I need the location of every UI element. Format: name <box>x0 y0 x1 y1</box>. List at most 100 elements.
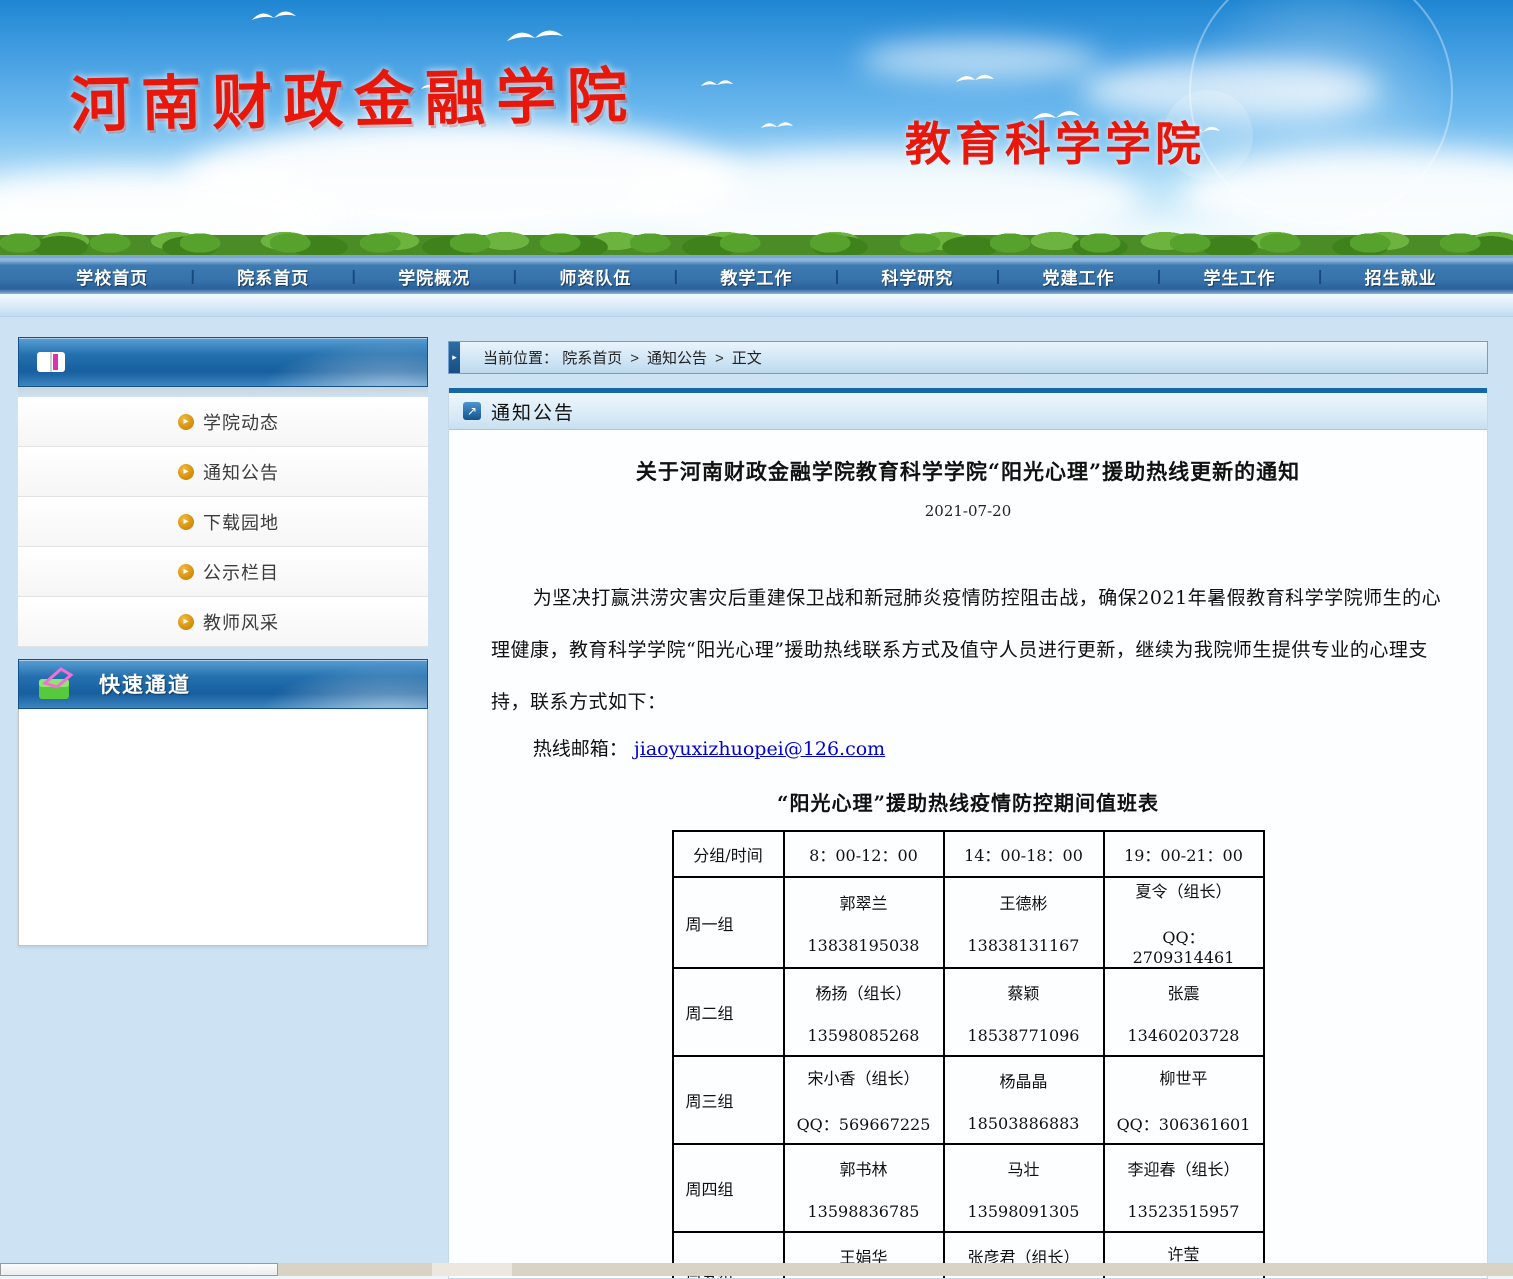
nav-item-6[interactable]: 科学研究 <box>881 264 953 289</box>
duty-person-name: 郭翠兰 <box>793 890 935 914</box>
section-arrow-icon <box>463 402 481 420</box>
dove-icon <box>700 76 734 91</box>
duty-person-name: 柳世平 <box>1113 1065 1255 1089</box>
duty-table-head: 分组/时间8：00-12：0014：00-18：0019：00-21：00 <box>673 831 1264 877</box>
breadcrumb-link-2[interactable]: 通知公告 <box>647 350 707 367</box>
duty-table: 分组/时间8：00-12：0014：00-18：0019：00-21：00 周一… <box>672 830 1265 1279</box>
duty-person-name: 许莹 <box>1113 1241 1255 1265</box>
duty-shift-cell: 杨扬（组长） 13598085268 <box>784 968 944 1056</box>
scrollbar-track-patch <box>432 1263 512 1276</box>
nav-separator: | <box>835 268 839 285</box>
breadcrumb-link-1[interactable]: 院系首页 <box>562 350 622 367</box>
nav-separator: | <box>674 268 678 285</box>
duty-shift-cell: 夏令（组长）QQ：2709314461 <box>1104 877 1264 968</box>
nav-item-3[interactable]: 学院概况 <box>398 264 470 289</box>
main-content: ▸ 当前位置： 院系首页>通知公告>正文 通知公告 关于河南财政金融学院教育科学… <box>448 341 1488 1279</box>
breadcrumb-tab-icon: ▸ <box>449 342 460 373</box>
arrow-circle-icon <box>178 414 194 430</box>
duty-contact: 13523515957 <box>1113 1202 1255 1221</box>
duty-contact: 13598091305 <box>953 1202 1095 1221</box>
duty-person-name: 张震 <box>1113 980 1255 1004</box>
duty-group-cell: 周三组 <box>673 1056 784 1144</box>
envelope-icon <box>35 667 75 701</box>
duty-table-title: “阳光心理”援助热线疫情防控期间值班表 <box>491 787 1445 816</box>
duty-person-name: 杨扬（组长） <box>793 980 935 1004</box>
sidebar-item-label: 教师风采 <box>203 609 279 635</box>
duty-shift-cell: 郭书林 13598836785 <box>784 1144 944 1232</box>
duty-person-name: 夏令（组长） <box>1113 878 1255 902</box>
breadcrumb: ▸ 当前位置： 院系首页>通知公告>正文 <box>448 341 1488 374</box>
trees-decoration <box>0 221 1513 255</box>
sidebar-item-2[interactable]: 通知公告 <box>18 447 428 497</box>
duty-shift-cell: 郭翠兰 13838195038 <box>784 877 944 968</box>
duty-group-cell: 周一组 <box>673 877 784 968</box>
breadcrumb-separator: > <box>715 350 724 367</box>
sidebar-item-1[interactable]: 学院动态 <box>18 397 428 447</box>
nav-separator: | <box>1157 268 1161 285</box>
duty-contact: 13598085268 <box>793 1026 935 1045</box>
breadcrumb-text: 当前位置： 院系首页>通知公告>正文 <box>483 347 762 368</box>
sidebar-item-label: 学院动态 <box>203 409 279 435</box>
table-row: 周四组郭书林 13598836785 马壮13598091305 李迎春（组长） 135… <box>673 1144 1264 1232</box>
nav-item-4[interactable]: 师资队伍 <box>559 264 631 289</box>
duty-contact: QQ：569667225 <box>793 1111 935 1135</box>
book-icon <box>35 349 67 375</box>
hotline-email-link[interactable]: jiaoyuxizhuopei@126.com <box>634 738 885 760</box>
article-paragraph: 为坚决打赢洪涝灾害灾后重建保卫战和新冠肺炎疫情防控阻击战，确保2021年暑假教育… <box>491 572 1445 728</box>
breadcrumb-items: 院系首页>通知公告>正文 <box>562 350 762 367</box>
banner: 河南财政金融学院 教育科学学院 <box>0 0 1513 258</box>
breadcrumb-link-3[interactable]: 正文 <box>732 350 762 367</box>
table-row: 周三组宋小香（组长）QQ：569667225杨晶晶18503886883柳世平Q… <box>673 1056 1264 1144</box>
duty-table-header-cell: 14：00-18：00 <box>944 831 1104 877</box>
nav-separator: | <box>352 268 356 285</box>
site-title: 河南财政金融学院 <box>69 47 638 144</box>
duty-contact: 18503886883 <box>953 1114 1095 1133</box>
nav-item-9[interactable]: 招生就业 <box>1365 264 1437 289</box>
duty-contact: 13838195038 <box>793 936 935 955</box>
duty-shift-cell: 马壮13598091305 <box>944 1144 1104 1232</box>
nav-separator: | <box>996 268 1000 285</box>
email-line: 热线邮箱： jiaoyuxizhuopei@126.com <box>491 734 1445 761</box>
horizontal-scrollbar-track[interactable] <box>0 1263 1513 1276</box>
duty-contact: 18538771096 <box>953 1026 1095 1045</box>
duty-shift-cell: 李迎春（组长） 13523515957 <box>1104 1144 1264 1232</box>
duty-contact: 13838131167 <box>953 936 1095 955</box>
nav-separator: | <box>1318 268 1322 285</box>
duty-person-name: 李迎春（组长） <box>1113 1156 1255 1180</box>
table-row: 周一组郭翠兰 13838195038 王德彬13838131167夏令（组长）QQ：… <box>673 877 1264 968</box>
nav-item-7[interactable]: 党建工作 <box>1042 264 1114 289</box>
duty-contact: 13460203728 <box>1113 1026 1255 1045</box>
dove-icon <box>250 6 298 26</box>
arrow-circle-icon <box>178 564 194 580</box>
dove-icon <box>760 118 794 133</box>
email-label: 热线邮箱： <box>533 738 628 760</box>
arrow-circle-icon <box>178 614 194 630</box>
nav-item-5[interactable]: 教学工作 <box>720 264 792 289</box>
duty-table-header-cell: 19：00-21：00 <box>1104 831 1264 877</box>
nav-item-8[interactable]: 学生工作 <box>1204 264 1276 289</box>
dove-icon <box>505 24 565 48</box>
nav-item-1[interactable]: 学校首页 <box>76 264 148 289</box>
duty-contact: QQ：306361601 <box>1113 1111 1255 1135</box>
duty-shift-cell: 柳世平 QQ：306361601 <box>1104 1056 1264 1144</box>
table-row: 周二组杨扬（组长）13598085268蔡颖18538771096张震13460… <box>673 968 1264 1056</box>
quick-channel-header: 快速通道 <box>18 659 428 709</box>
nav-item-2[interactable]: 院系首页 <box>237 264 309 289</box>
sidebar-item-4[interactable]: 公示栏目 <box>18 547 428 597</box>
article-date: 2021-07-20 <box>491 502 1445 520</box>
duty-group-cell: 周四组 <box>673 1144 784 1232</box>
duty-person-name: 郭书林 <box>793 1156 935 1180</box>
sidebar-item-3[interactable]: 下载园地 <box>18 497 428 547</box>
department-title: 教育科学学院 <box>905 108 1205 174</box>
arrow-circle-icon <box>178 514 194 530</box>
horizontal-scrollbar-thumb[interactable] <box>0 1263 278 1276</box>
nav-separator: | <box>513 268 517 285</box>
section-title: 通知公告 <box>491 398 575 425</box>
duty-shift-cell: 王德彬13838131167 <box>944 877 1104 968</box>
top-nav-bar: 学校首页|院系首页|学院概况|师资队伍|教学工作|科学研究|党建工作|学生工作|… <box>0 258 1513 294</box>
duty-contact: 13598836785 <box>793 1202 935 1221</box>
duty-shift-cell: 杨晶晶18503886883 <box>944 1056 1104 1144</box>
sidebar-header <box>18 337 428 387</box>
sidebar-item-5[interactable]: 教师风采 <box>18 597 428 647</box>
duty-person-name: 蔡颖 <box>953 980 1095 1004</box>
